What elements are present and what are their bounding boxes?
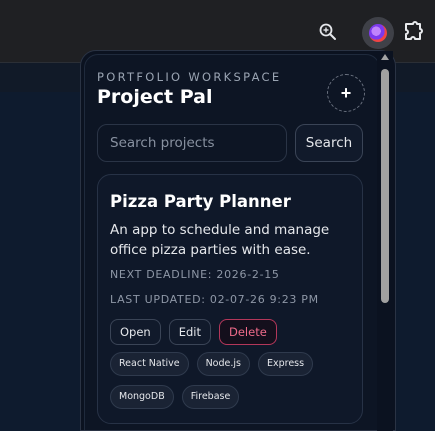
extension-button[interactable] bbox=[362, 17, 394, 49]
project-deadline: NEXT DEADLINE: 2026-2-15 bbox=[110, 268, 280, 281]
scroll-up-arrow-icon[interactable] bbox=[381, 54, 389, 60]
tech-tag: Node.js bbox=[196, 352, 250, 376]
page-title: Project Pal bbox=[97, 86, 213, 108]
workspace-label: PORTFOLIO WORKSPACE bbox=[97, 70, 282, 84]
zoom-icon[interactable] bbox=[318, 22, 338, 42]
edit-button[interactable]: Edit bbox=[168, 319, 211, 345]
tech-tag: MongoDB bbox=[110, 385, 174, 409]
search-button[interactable]: Search bbox=[295, 124, 363, 162]
scroll-thumb[interactable] bbox=[381, 69, 389, 303]
plus-icon: + bbox=[340, 82, 352, 103]
tech-tag: Express bbox=[257, 352, 314, 376]
project-card: Pizza Party Planner An app to schedule a… bbox=[97, 174, 363, 424]
tech-tag: Firebase bbox=[181, 385, 240, 409]
project-actions: Open Edit Delete bbox=[110, 319, 277, 345]
popup-panel: PORTFOLIO WORKSPACE Project Pal + Search… bbox=[84, 54, 380, 430]
extension-avatar-icon bbox=[369, 24, 387, 42]
project-description: An app to schedule and manage office piz… bbox=[110, 222, 330, 258]
delete-button[interactable]: Delete bbox=[219, 319, 277, 345]
popup-scrollbar[interactable] bbox=[377, 51, 393, 431]
open-button[interactable]: Open bbox=[110, 319, 161, 345]
add-project-button[interactable]: + bbox=[327, 74, 365, 112]
project-name: Pizza Party Planner bbox=[110, 192, 291, 211]
tech-tags: React Native Node.js Express MongoDB Fir… bbox=[110, 352, 360, 409]
project-last-updated: LAST UPDATED: 02-07-26 9:23 PM bbox=[110, 293, 319, 306]
puzzle-icon[interactable] bbox=[402, 20, 426, 44]
extension-popup: PORTFOLIO WORKSPACE Project Pal + Search… bbox=[80, 50, 396, 431]
tech-tag: React Native bbox=[110, 352, 189, 376]
search-input[interactable] bbox=[97, 124, 287, 162]
